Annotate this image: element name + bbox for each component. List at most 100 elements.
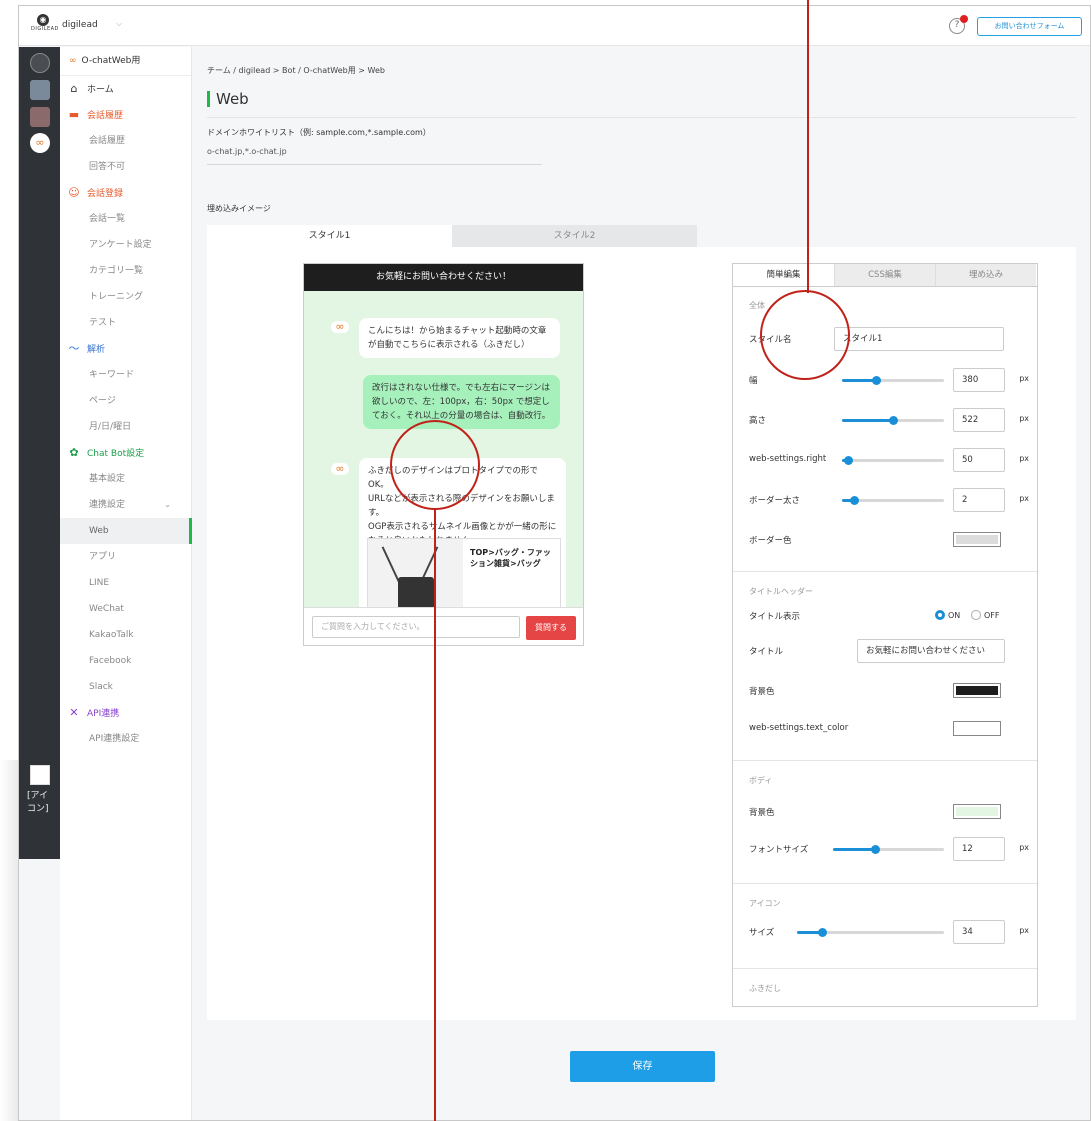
domain-whitelist-label: ドメインホワイトリスト（例: sample.com,*.sample.com） [207, 128, 431, 137]
sidebar-item-label: Chat Bot設定 [87, 449, 145, 459]
text-color-swatch[interactable] [953, 721, 1001, 736]
ochat-bot-icon[interactable]: ∞ [30, 133, 50, 153]
digilead-avatar-icon[interactable] [30, 53, 50, 73]
width-slider[interactable] [842, 376, 944, 385]
tab-easy-edit[interactable]: 簡単編集 [733, 264, 834, 286]
sidebar-item[interactable]: ✕ API連携 [60, 700, 191, 726]
sidebar-item[interactable]: ☺ 会話登録 [60, 180, 191, 206]
sidebar-item[interactable]: API連携設定 [60, 726, 191, 752]
header-bg-swatch[interactable] [953, 683, 1001, 698]
section-body: ボディ 背景色 フォントサイズ 12 px [733, 761, 1037, 884]
bot-avatar-2[interactable] [30, 107, 50, 127]
tab-style2[interactable]: スタイル2 [452, 225, 697, 247]
breadcrumb[interactable]: チーム / digilead > Bot / O-chatWeb用 > Web [207, 65, 385, 76]
icon-size-slider[interactable] [797, 928, 944, 937]
sidebar-item[interactable]: Facebook [60, 648, 191, 674]
sidebar-item[interactable]: ⌂ ホーム [60, 76, 191, 102]
body-bg-swatch[interactable] [953, 804, 1001, 819]
sidebar-item[interactable]: KakaoTalk [60, 622, 191, 648]
sidebar-item[interactable]: 会話一覧 [60, 206, 191, 232]
px-unit: px [1019, 926, 1029, 935]
sidebar-item-label: アプリ [89, 552, 117, 562]
help-icon[interactable]: ? [949, 15, 968, 34]
sidebar-item[interactable]: ▬ 会話履歴 [60, 102, 191, 128]
contact-form-button[interactable]: お問い合わせフォーム [977, 17, 1082, 36]
slider-knob[interactable] [817, 928, 827, 937]
border-width-slider[interactable] [842, 496, 944, 505]
tab-style1[interactable]: スタイル1 [207, 225, 452, 247]
height-slider[interactable] [842, 416, 944, 425]
sidebar-item[interactable]: Slack [60, 674, 191, 700]
chevron-down-icon[interactable]: ⌄ [164, 492, 171, 518]
sidebar-item[interactable]: 〜解析 [60, 336, 191, 362]
sidebar-item-label: 連携設定 [89, 500, 126, 510]
save-button[interactable]: 保存 [570, 1051, 715, 1082]
chevron-down-icon[interactable]: ⌵ [116, 19, 122, 29]
px-unit: px [1019, 414, 1029, 423]
border-color-swatch[interactable] [953, 532, 1001, 547]
sidebar-item[interactable]: トレーニング [60, 284, 191, 310]
sidebar-item[interactable]: 基本設定 [60, 466, 191, 492]
slider-knob[interactable] [850, 496, 860, 505]
sidebar-item[interactable]: 連携設定 ⌄ [60, 492, 191, 518]
sidebar-item[interactable]: キーワード [60, 362, 191, 388]
ogp-card[interactable]: TOP>バッグ・ファッション雑貨>バッグ [367, 538, 561, 607]
bot-message: こんにちは！から始まるチャット起動時の文章が自動でこちらに表示される（ふきだし） [359, 318, 560, 358]
bot-title[interactable]: ∞ O-chatWeb用 [60, 47, 191, 76]
slider-knob[interactable] [844, 456, 854, 465]
divider [207, 117, 1076, 118]
sidebar-item[interactable]: 回答不可 [60, 154, 191, 180]
sidebar-item-label: Slack [89, 682, 113, 692]
sidebar-item[interactable]: Web [60, 518, 192, 544]
team-name[interactable]: digilead [62, 20, 98, 30]
sidebar-item[interactable]: 月/日/曜日 [60, 414, 191, 440]
right-slider[interactable] [842, 456, 944, 465]
chart-icon: 〜 [68, 342, 80, 355]
page-title: Web [207, 91, 249, 107]
border-width-input[interactable]: 2 [953, 488, 1005, 512]
user-message: 改行はされない仕様で。でも左右にマージンは欲しいので、左：100px，右：50p… [363, 375, 560, 429]
sidebar-item[interactable]: アンケート設定 [60, 232, 191, 258]
slider-knob[interactable] [871, 845, 881, 854]
user-avatar[interactable] [30, 765, 50, 785]
font-size-input[interactable]: 12 [953, 837, 1005, 861]
broken-image-icon: [アイコン] [27, 791, 49, 814]
width-input[interactable]: 380 [953, 368, 1005, 392]
section-bubble: ふきだし [733, 969, 1037, 1006]
sidebar-item[interactable]: 会話履歴 [60, 128, 191, 154]
sidebar: ∞ O-chatWeb用 ⌂ ホーム ▬ 会話履歴 会話履歴回答不可 ☺ 会話登録 会話一覧 アン… [60, 47, 192, 1120]
section-title: アイコン [749, 899, 781, 908]
tab-embed[interactable]: 埋め込み [935, 264, 1036, 286]
section-title[interactable]: ふきだし [749, 983, 781, 994]
sidebar-item[interactable]: アプリ [60, 544, 191, 570]
annotation-circle [760, 290, 850, 380]
sidebar-item[interactable]: ページ [60, 388, 191, 414]
sidebar-item[interactable]: テスト [60, 310, 191, 336]
border-width-label: ボーダー太さ [749, 496, 801, 506]
sidebar-item[interactable]: ✿ Chat Bot設定 [60, 440, 191, 466]
domain-whitelist-input[interactable]: o-chat.jp,*.o-chat.jp [207, 143, 542, 165]
sidebar-item-label: 回答不可 [89, 162, 126, 172]
section-title: タイトルヘッダー [749, 587, 813, 596]
sidebar-item[interactable]: カテゴリ一覧 [60, 258, 191, 284]
sidebar-item[interactable]: LINE [60, 570, 191, 596]
tab-css-edit[interactable]: CSS編集 [834, 264, 935, 286]
font-size-slider[interactable] [833, 845, 944, 854]
bot-avatar-1[interactable] [30, 80, 50, 100]
icon-size-input[interactable]: 34 [953, 920, 1005, 944]
title-input[interactable]: お気軽にお問い合わせください [857, 639, 1005, 663]
top-bar: ◉ DIGILEAD digilead ⌵ ? お問い合わせフォーム [19, 6, 1090, 46]
font-size-row: フォントサイズ 12 px [749, 837, 1029, 861]
send-question-button[interactable]: 質問する [526, 616, 576, 640]
style-name-input[interactable]: スタイル1 [834, 327, 1004, 351]
digilead-logo[interactable]: ◉ DIGILEAD [31, 14, 58, 38]
question-input[interactable]: ご質問を入力してください。 [312, 616, 520, 638]
gear-icon: ✿ [69, 446, 79, 459]
radio-on[interactable]: ON [935, 610, 960, 620]
sidebar-item[interactable]: WeChat [60, 596, 191, 622]
radio-off[interactable]: OFF [971, 610, 1000, 620]
slider-knob[interactable] [871, 376, 881, 385]
slider-knob[interactable] [889, 416, 898, 425]
right-input[interactable]: 50 [953, 448, 1005, 472]
height-input[interactable]: 522 [953, 408, 1005, 432]
